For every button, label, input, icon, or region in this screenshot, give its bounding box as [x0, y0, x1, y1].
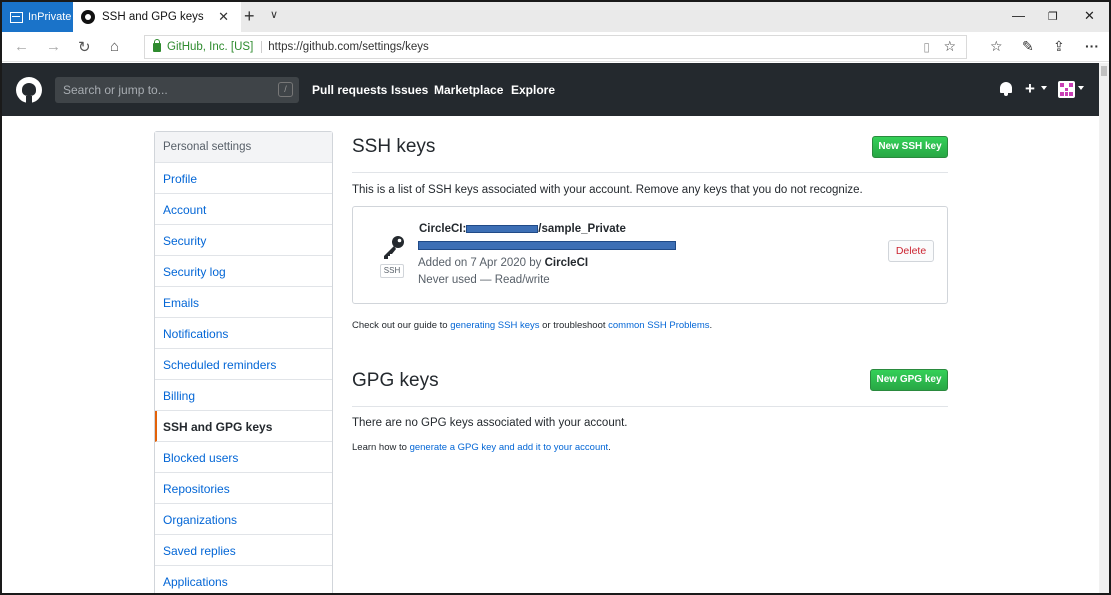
share-icon[interactable]: ⇪	[1053, 38, 1065, 55]
sidebar-item-applications[interactable]: Applications	[155, 566, 332, 593]
key-icon	[384, 236, 404, 259]
certificate-label[interactable]: GitHub, Inc. [US]	[167, 41, 263, 53]
search-input[interactable]: Search or jump to... /	[55, 77, 299, 103]
ssh-key-list: SSH CircleCI: /sample_Private	[352, 206, 948, 304]
ssh-keys-title: SSH keys	[352, 136, 436, 157]
key-added-text: Added on 7 Apr 2020 by	[418, 257, 545, 269]
gpg-divider	[352, 406, 948, 407]
github-logo-icon[interactable]	[16, 77, 42, 103]
sidebar-item-security-log[interactable]: Security log	[155, 256, 332, 287]
generating-ssh-keys-link[interactable]: generating SSH keys	[450, 320, 539, 331]
sidebar-item-account[interactable]: Account	[155, 194, 332, 225]
key-title-suffix: /sample_Private	[538, 223, 626, 235]
lock-icon	[153, 38, 161, 52]
minimize-button[interactable]: —	[1012, 8, 1025, 23]
ssh-badge: SSH	[380, 264, 404, 278]
nav-explore[interactable]: Explore	[511, 83, 555, 97]
github-favicon-icon	[81, 10, 95, 24]
ssh-key-usage: Never used — Read/write	[418, 274, 550, 286]
sidebar-item-security[interactable]: Security	[155, 225, 332, 256]
url-field[interactable]: GitHub, Inc. [US] https://github.com/set…	[144, 35, 967, 59]
inprivate-icon	[10, 11, 23, 23]
tab-title: SSH and GPG keys	[102, 11, 204, 23]
sidebar-item-ssh-gpg-keys[interactable]: SSH and GPG keys	[155, 411, 332, 442]
sidebar-item-emails[interactable]: Emails	[155, 287, 332, 318]
inprivate-badge: InPrivate	[2, 2, 73, 32]
redacted-fingerprint	[418, 241, 676, 250]
sidebar-item-scheduled-reminders[interactable]: Scheduled reminders	[155, 349, 332, 380]
sidebar-heading: Personal settings	[155, 132, 332, 163]
url-text[interactable]: https://github.com/settings/keys	[268, 41, 428, 53]
sidebar-item-profile[interactable]: Profile	[155, 163, 332, 194]
ssh-note-prefix: Check out our guide to	[352, 320, 451, 331]
home-icon[interactable]: ⌂	[110, 38, 119, 55]
nav-issues[interactable]: Issues	[391, 83, 428, 97]
sidebar-item-organizations[interactable]: Organizations	[155, 504, 332, 535]
reading-view-icon[interactable]: ▯	[923, 40, 930, 54]
ssh-description: This is a list of SSH keys associated wi…	[352, 184, 863, 196]
settings-sidebar: Personal settings Profile Account Securi…	[154, 131, 333, 593]
delete-key-button[interactable]: Delete	[888, 240, 934, 262]
common-ssh-problems-link[interactable]: common SSH Problems	[608, 320, 709, 331]
inprivate-label: InPrivate	[28, 11, 72, 23]
vertical-scrollbar[interactable]	[1099, 63, 1109, 593]
key-added-by: CircleCI	[544, 257, 589, 269]
tab-strip: InPrivate SSH and GPG keys ✕ + ∨ — ❐ ✕	[2, 2, 1109, 32]
forward-arrow-icon[interactable]: →	[46, 38, 61, 55]
ssh-key-added: Added on 7 Apr 2020 by CircleCI	[418, 257, 588, 269]
new-gpg-key-button[interactable]: New GPG key	[870, 369, 948, 391]
tab-ssh-gpg-keys[interactable]: SSH and GPG keys ✕	[73, 2, 241, 32]
sidebar-item-billing[interactable]: Billing	[155, 380, 332, 411]
address-bar-row: ← → ↻ ⌂ GitHub, Inc. [US] https://github…	[2, 32, 1109, 62]
gpg-help-note: Learn how to generate a GPG key and add …	[352, 442, 611, 453]
search-shortcut-hint: /	[278, 82, 293, 97]
more-options-icon[interactable]: ···	[1085, 38, 1099, 54]
tab-close-icon[interactable]: ✕	[218, 9, 229, 25]
sidebar-item-notifications[interactable]: Notifications	[155, 318, 332, 349]
ssh-note-middle: or troubleshoot	[539, 320, 609, 331]
gpg-keys-title: GPG keys	[352, 370, 439, 391]
nav-marketplace[interactable]: Marketplace	[434, 83, 503, 97]
create-dropdown-caret-icon[interactable]	[1041, 86, 1047, 90]
close-window-button[interactable]: ✕	[1084, 8, 1095, 24]
scrollbar-thumb[interactable]	[1101, 66, 1107, 76]
sidebar-item-repositories[interactable]: Repositories	[155, 473, 332, 504]
ssh-note-suffix: .	[709, 320, 713, 331]
ssh-help-note: Check out our guide to generating SSH ke…	[352, 320, 712, 331]
new-ssh-key-button[interactable]: New SSH key	[872, 136, 948, 158]
nav-pull-requests[interactable]: Pull requests	[312, 83, 387, 97]
notifications-bell-icon[interactable]	[1000, 82, 1012, 96]
gpg-note-prefix: Learn how to	[352, 442, 410, 453]
gpg-description: There are no GPG keys associated with yo…	[352, 417, 628, 429]
favorite-star-icon[interactable]: ☆	[943, 38, 956, 55]
profile-dropdown-caret-icon[interactable]	[1078, 86, 1084, 90]
back-arrow-icon[interactable]: ←	[14, 38, 29, 55]
create-new-plus-icon[interactable]: +	[1025, 79, 1035, 99]
favorites-hub-icon[interactable]: ☆	[990, 38, 1003, 55]
browser-window: InPrivate SSH and GPG keys ✕ + ∨ — ❐ ✕ ←…	[0, 0, 1111, 595]
sidebar-item-blocked-users[interactable]: Blocked users	[155, 442, 332, 473]
search-placeholder: Search or jump to...	[63, 83, 168, 97]
web-note-pen-icon[interactable]: ✎	[1022, 38, 1034, 55]
ssh-divider	[352, 172, 948, 173]
sidebar-item-saved-replies[interactable]: Saved replies	[155, 535, 332, 566]
gpg-note-suffix: .	[608, 442, 611, 453]
tab-list-chevron-icon[interactable]: ∨	[270, 8, 278, 21]
restore-button[interactable]: ❐	[1048, 10, 1058, 23]
new-tab-button[interactable]: +	[244, 6, 255, 27]
ssh-key-title: CircleCI: /sample_Private	[419, 223, 626, 235]
key-title-prefix: CircleCI:	[419, 223, 467, 235]
avatar[interactable]	[1058, 81, 1075, 98]
refresh-icon[interactable]: ↻	[78, 38, 91, 56]
redacted-owner	[466, 224, 539, 233]
github-header: Search or jump to... / Pull requests Iss…	[2, 63, 1109, 116]
generate-gpg-key-link[interactable]: generate a GPG key and add it to your ac…	[410, 442, 609, 453]
